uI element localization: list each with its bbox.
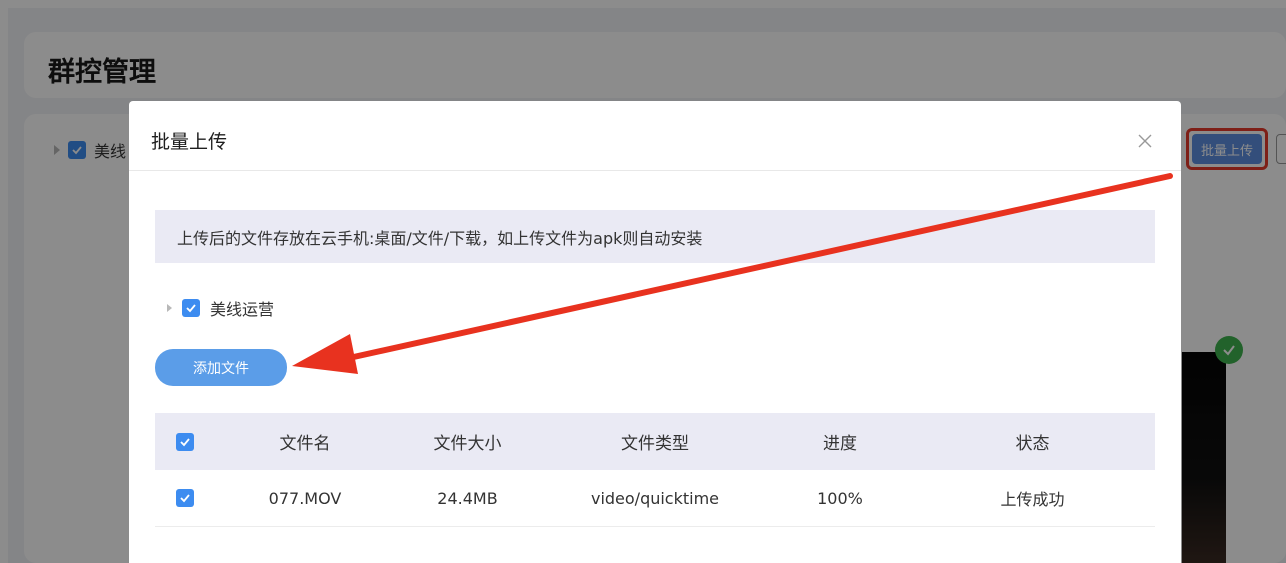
column-header-filetype: 文件类型 xyxy=(621,434,689,454)
column-header-filename: 文件名 xyxy=(279,434,331,454)
column-header-status: 状态 xyxy=(1015,434,1050,454)
caret-right-icon[interactable] xyxy=(167,304,172,312)
dialog-title: 批量上传 xyxy=(151,131,228,153)
close-icon[interactable] xyxy=(1133,129,1157,153)
cell-progress: 100% xyxy=(817,488,863,508)
column-header-filesize: 文件大小 xyxy=(433,434,502,454)
table-header: 文件名 文件大小 文件类型 进度 状态 xyxy=(155,413,1155,470)
select-all-checkbox[interactable] xyxy=(155,432,215,451)
cell-status: 上传成功 xyxy=(1000,490,1065,509)
group-tree-row[interactable]: 美线运营 xyxy=(167,296,274,320)
cell-filename: 077.MOV xyxy=(268,488,342,508)
cell-filesize: 24.4MB xyxy=(437,488,498,508)
dialog-header: 批量上传 xyxy=(129,101,1181,171)
checkbox-checked-icon[interactable] xyxy=(182,299,200,317)
checkbox-checked-icon[interactable] xyxy=(176,432,194,451)
add-file-button[interactable]: 添加文件 xyxy=(155,349,287,386)
upload-notice: 上传后的文件存放在云手机:桌面/文件/下载，如上传文件为apk则自动安装 xyxy=(155,210,1155,263)
file-table: 文件名 文件大小 文件类型 进度 状态 077.MOV 24.4MB video… xyxy=(155,413,1155,527)
column-header-progress: 进度 xyxy=(823,434,857,454)
table-row[interactable]: 077.MOV 24.4MB video/quicktime 100% 上传成功 xyxy=(155,470,1155,527)
cell-filetype: video/quicktime xyxy=(590,488,720,508)
batch-upload-dialog: 批量上传 上传后的文件存放在云手机:桌面/文件/下载，如上传文件为apk则自动安… xyxy=(129,101,1181,563)
group-label: 美线运营 xyxy=(210,300,275,319)
row-checkbox[interactable] xyxy=(155,489,215,507)
checkbox-checked-icon[interactable] xyxy=(176,489,194,507)
